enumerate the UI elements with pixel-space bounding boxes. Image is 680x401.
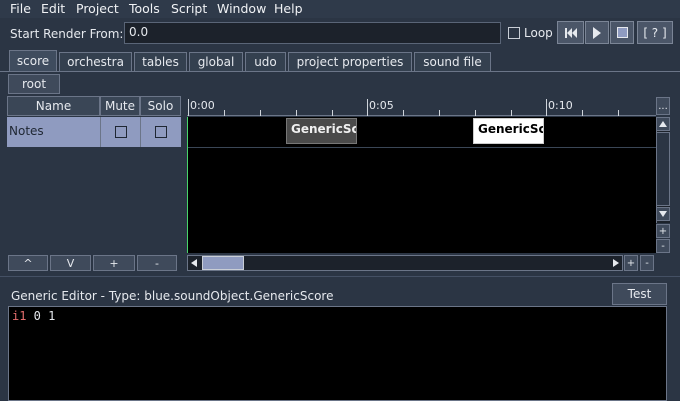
root-breadcrumb-button[interactable]: root [8, 74, 60, 94]
score-text-editor[interactable] [8, 306, 667, 401]
ruler-tick [475, 110, 476, 116]
help-button[interactable]: [ ? ] [637, 21, 673, 44]
menu-script[interactable]: Script [171, 1, 207, 16]
loop-checkbox[interactable] [508, 27, 520, 39]
rewind-button[interactable] [557, 21, 584, 44]
mute-checkbox-cell[interactable] [100, 117, 140, 147]
scroll-right-button[interactable] [609, 256, 623, 270]
add-track-button[interactable]: + [93, 255, 135, 271]
loop-label: Loop [524, 26, 553, 40]
tab-project-properties[interactable]: project properties [288, 52, 412, 71]
zoom-in-vertical-button[interactable]: + [656, 224, 670, 238]
tab-divider [0, 71, 680, 72]
split-pane-divider[interactable] [0, 276, 680, 282]
remove-track-button[interactable]: - [137, 255, 177, 271]
ruler-tick [332, 110, 333, 116]
arrow-down-icon [659, 211, 667, 217]
ruler-tick [546, 99, 547, 116]
scroll-down-button[interactable] [656, 207, 670, 221]
menu-help[interactable]: Help [274, 1, 303, 16]
track-separator [188, 147, 656, 148]
arrow-left-icon [191, 259, 197, 267]
move-track-up-button[interactable]: ^ [8, 255, 48, 271]
move-track-down-button[interactable]: V [50, 255, 91, 271]
zoom-in-horizontal-button[interactable]: + [624, 255, 638, 271]
ruler-tick [439, 110, 440, 116]
test-button[interactable]: Test [612, 283, 667, 305]
sound-object-selected[interactable]: GenericSco [473, 118, 544, 144]
stop-button[interactable] [610, 21, 634, 44]
horizontal-scroll-thumb[interactable] [202, 256, 244, 270]
render-start-input[interactable]: 0.0 [124, 22, 501, 44]
ruler-tick [511, 110, 512, 116]
editor-title: Generic Editor - Type: blue.soundObject.… [11, 289, 334, 303]
track-name-label[interactable]: Notes [9, 124, 44, 138]
horizontal-scrollbar[interactable] [187, 255, 623, 271]
rewind-icon [564, 27, 577, 38]
tab-global[interactable]: global [189, 52, 243, 71]
render-start-label: Start Render From: [10, 27, 124, 41]
menu-project[interactable]: Project [76, 1, 119, 16]
tab-udo[interactable]: udo [245, 52, 286, 71]
tab-score[interactable]: score [9, 50, 57, 71]
stop-icon [616, 27, 628, 38]
solo-checkbox-cell[interactable] [140, 117, 181, 147]
ruler-tick [188, 99, 189, 116]
ruler-options-button[interactable]: ... [656, 97, 670, 115]
menu-tools[interactable]: Tools [129, 1, 160, 16]
ruler-tick [367, 99, 368, 116]
ruler-label: 0:10 [548, 99, 573, 112]
menu-bar: File Edit Project Tools Script Window He… [0, 0, 680, 18]
vertical-scroll-thumb[interactable] [656, 132, 670, 206]
menu-file[interactable]: File [10, 1, 31, 16]
ruler-tick [260, 110, 261, 116]
tab-tables[interactable]: tables [134, 52, 187, 71]
code-instrument-token: i1 [12, 309, 27, 323]
code-rest-text: 0 1 [26, 309, 56, 323]
column-header-mute: Mute [100, 96, 140, 116]
zoom-out-vertical-button[interactable]: - [656, 239, 670, 253]
ruler-tick [582, 110, 583, 116]
menu-window[interactable]: Window [217, 1, 266, 16]
code-line[interactable]: i1 0 1 [12, 309, 55, 323]
column-header-solo: Solo [140, 96, 181, 116]
ruler-tick [224, 110, 225, 116]
menu-edit[interactable]: Edit [41, 1, 65, 16]
time-ruler[interactable] [187, 96, 656, 116]
column-header-name: Name [7, 96, 100, 116]
score-timeline[interactable] [187, 117, 656, 253]
play-button[interactable] [585, 21, 609, 44]
ruler-tick [403, 110, 404, 116]
tab-sound-file[interactable]: sound file [414, 52, 491, 71]
zoom-out-horizontal-button[interactable]: - [640, 255, 654, 271]
play-icon [593, 26, 601, 39]
scroll-left-button[interactable] [187, 256, 201, 270]
scroll-up-button[interactable] [656, 117, 670, 131]
tab-orchestra[interactable]: orchestra [59, 52, 132, 71]
ruler-label: 0:00 [190, 99, 215, 112]
ruler-tick [618, 110, 619, 116]
sound-object[interactable]: GenericSco [286, 118, 357, 144]
arrow-right-icon [613, 259, 619, 267]
arrow-up-icon [659, 121, 667, 127]
mute-checkbox[interactable] [114, 126, 127, 138]
solo-checkbox[interactable] [155, 126, 167, 138]
ruler-label: 0:05 [369, 99, 394, 112]
ruler-tick [296, 110, 297, 116]
